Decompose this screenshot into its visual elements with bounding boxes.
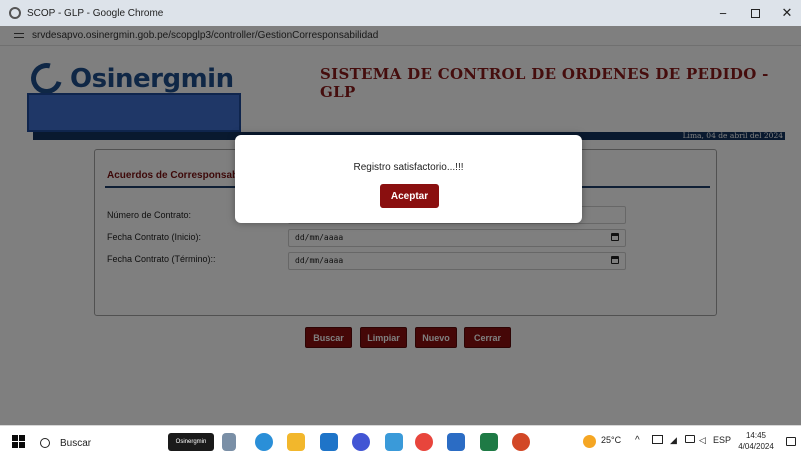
minimize-icon: −: [719, 5, 727, 21]
file-explorer-icon[interactable]: [287, 433, 305, 451]
network-icon[interactable]: ◢: [670, 435, 677, 446]
task-view-icon[interactable]: [222, 433, 236, 451]
battery-icon[interactable]: [685, 435, 695, 443]
edge-icon[interactable]: [320, 433, 338, 451]
windows-start-icon[interactable]: [12, 435, 25, 448]
taskbar-clock[interactable]: 14:45 4/04/2024: [734, 430, 778, 452]
maximize-icon: [750, 8, 760, 18]
close-button[interactable]: ✕: [771, 0, 801, 26]
modal-overlay: [0, 26, 801, 425]
copilot-icon[interactable]: [255, 433, 273, 451]
store-icon[interactable]: [385, 433, 403, 451]
teams-icon[interactable]: [352, 433, 370, 451]
temperature[interactable]: 25°C: [601, 435, 621, 445]
close-icon: ✕: [781, 5, 793, 20]
language-indicator[interactable]: ESP: [713, 435, 731, 445]
clock-time: 14:45: [745, 431, 767, 440]
search-icon: [40, 438, 50, 448]
chrome-favicon-icon: [9, 7, 21, 19]
maximize-button[interactable]: [739, 0, 771, 26]
volume-icon[interactable]: ◁: [699, 435, 706, 446]
notifications-icon[interactable]: [786, 437, 796, 446]
browser-titlebar: SCOP - GLP - Google Chrome − ✕: [0, 0, 801, 26]
taskbar-search-label: Buscar: [60, 437, 92, 449]
show-hidden-icons-icon[interactable]: ^: [635, 435, 640, 446]
windows-taskbar: Buscar Osinergmin 25°C ^ ◢ ◁ ESP 14:45 4…: [0, 425, 801, 457]
taskbar-search[interactable]: Buscar: [36, 432, 161, 454]
osinergmin-taskbar-app[interactable]: Osinergmin: [168, 433, 214, 451]
clock-date: 4/04/2024: [738, 442, 774, 451]
accept-button[interactable]: Aceptar: [380, 184, 439, 208]
weather-icon[interactable]: [583, 435, 596, 448]
window-title: SCOP - GLP - Google Chrome: [27, 7, 164, 19]
tray-app-icon[interactable]: [652, 435, 663, 444]
powerpoint-icon[interactable]: [512, 433, 530, 451]
minimize-button[interactable]: −: [707, 0, 739, 26]
chrome-icon[interactable]: [415, 433, 433, 451]
excel-icon[interactable]: [480, 433, 498, 451]
word-icon[interactable]: [447, 433, 465, 451]
dialog-message: Registro satisfactorio...!!!: [353, 162, 464, 173]
success-dialog: Registro satisfactorio...!!! Aceptar: [235, 135, 582, 223]
